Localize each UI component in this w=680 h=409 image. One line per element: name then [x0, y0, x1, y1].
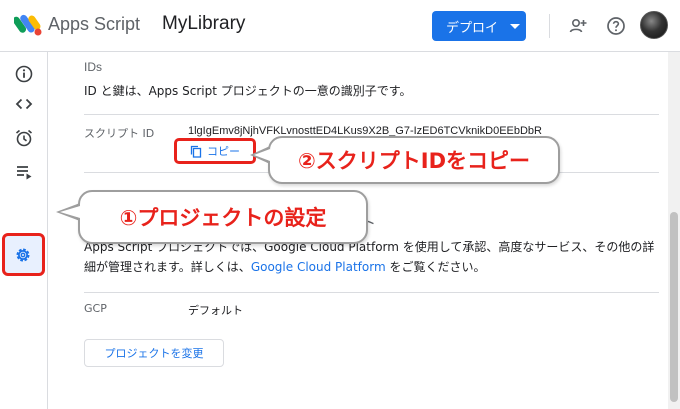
divider: [84, 114, 659, 115]
deploy-label: デプロイ: [446, 20, 499, 36]
executions-icon[interactable]: [12, 160, 36, 184]
app-name: Apps Script: [48, 14, 141, 34]
help-icon[interactable]: [604, 14, 628, 38]
avatar[interactable]: [640, 11, 668, 39]
copy-icon: [190, 145, 202, 158]
callout-pointer: [60, 206, 80, 218]
callout-pointer: [254, 149, 270, 161]
settings-icon[interactable]: [11, 243, 35, 267]
copy-label: コピー: [207, 145, 240, 158]
top-bar: Apps Script MyLibrary デプロイ: [0, 0, 680, 52]
copy-button[interactable]: コピー: [174, 138, 256, 164]
apps-script-logo[interactable]: [14, 12, 44, 38]
project-name[interactable]: MyLibrary: [162, 13, 245, 35]
script-id-label: スクリプト ID: [84, 127, 155, 140]
change-project-button[interactable]: プロジェクトを変更: [84, 339, 224, 367]
gcp-description-tail: をご覧ください。: [385, 260, 486, 274]
left-rail: [0, 52, 48, 409]
info-icon[interactable]: [12, 62, 36, 86]
add-person-icon[interactable]: [566, 14, 590, 38]
divider: [84, 292, 659, 293]
gcp-link[interactable]: Google Cloud Platform: [251, 260, 386, 274]
chevron-down-icon: [510, 23, 521, 29]
callout-copy-script-id: ②スクリプトIDをコピー: [268, 136, 560, 184]
alarm-icon[interactable]: [12, 126, 36, 150]
callout-project-settings: ①プロジェクトの設定: [78, 190, 368, 244]
ids-section-title: IDs: [84, 60, 102, 74]
code-icon[interactable]: [12, 92, 36, 116]
gcp-value: デフォルト: [188, 305, 243, 317]
toolbar-divider: [549, 14, 550, 38]
deploy-button[interactable]: デプロイ: [432, 11, 526, 41]
gcp-label: GCP: [84, 302, 107, 315]
scrollbar-thumb[interactable]: [670, 212, 678, 402]
ids-section-description: ID と鍵は、Apps Script プロジェクトの一意の識別子です。: [84, 84, 412, 98]
